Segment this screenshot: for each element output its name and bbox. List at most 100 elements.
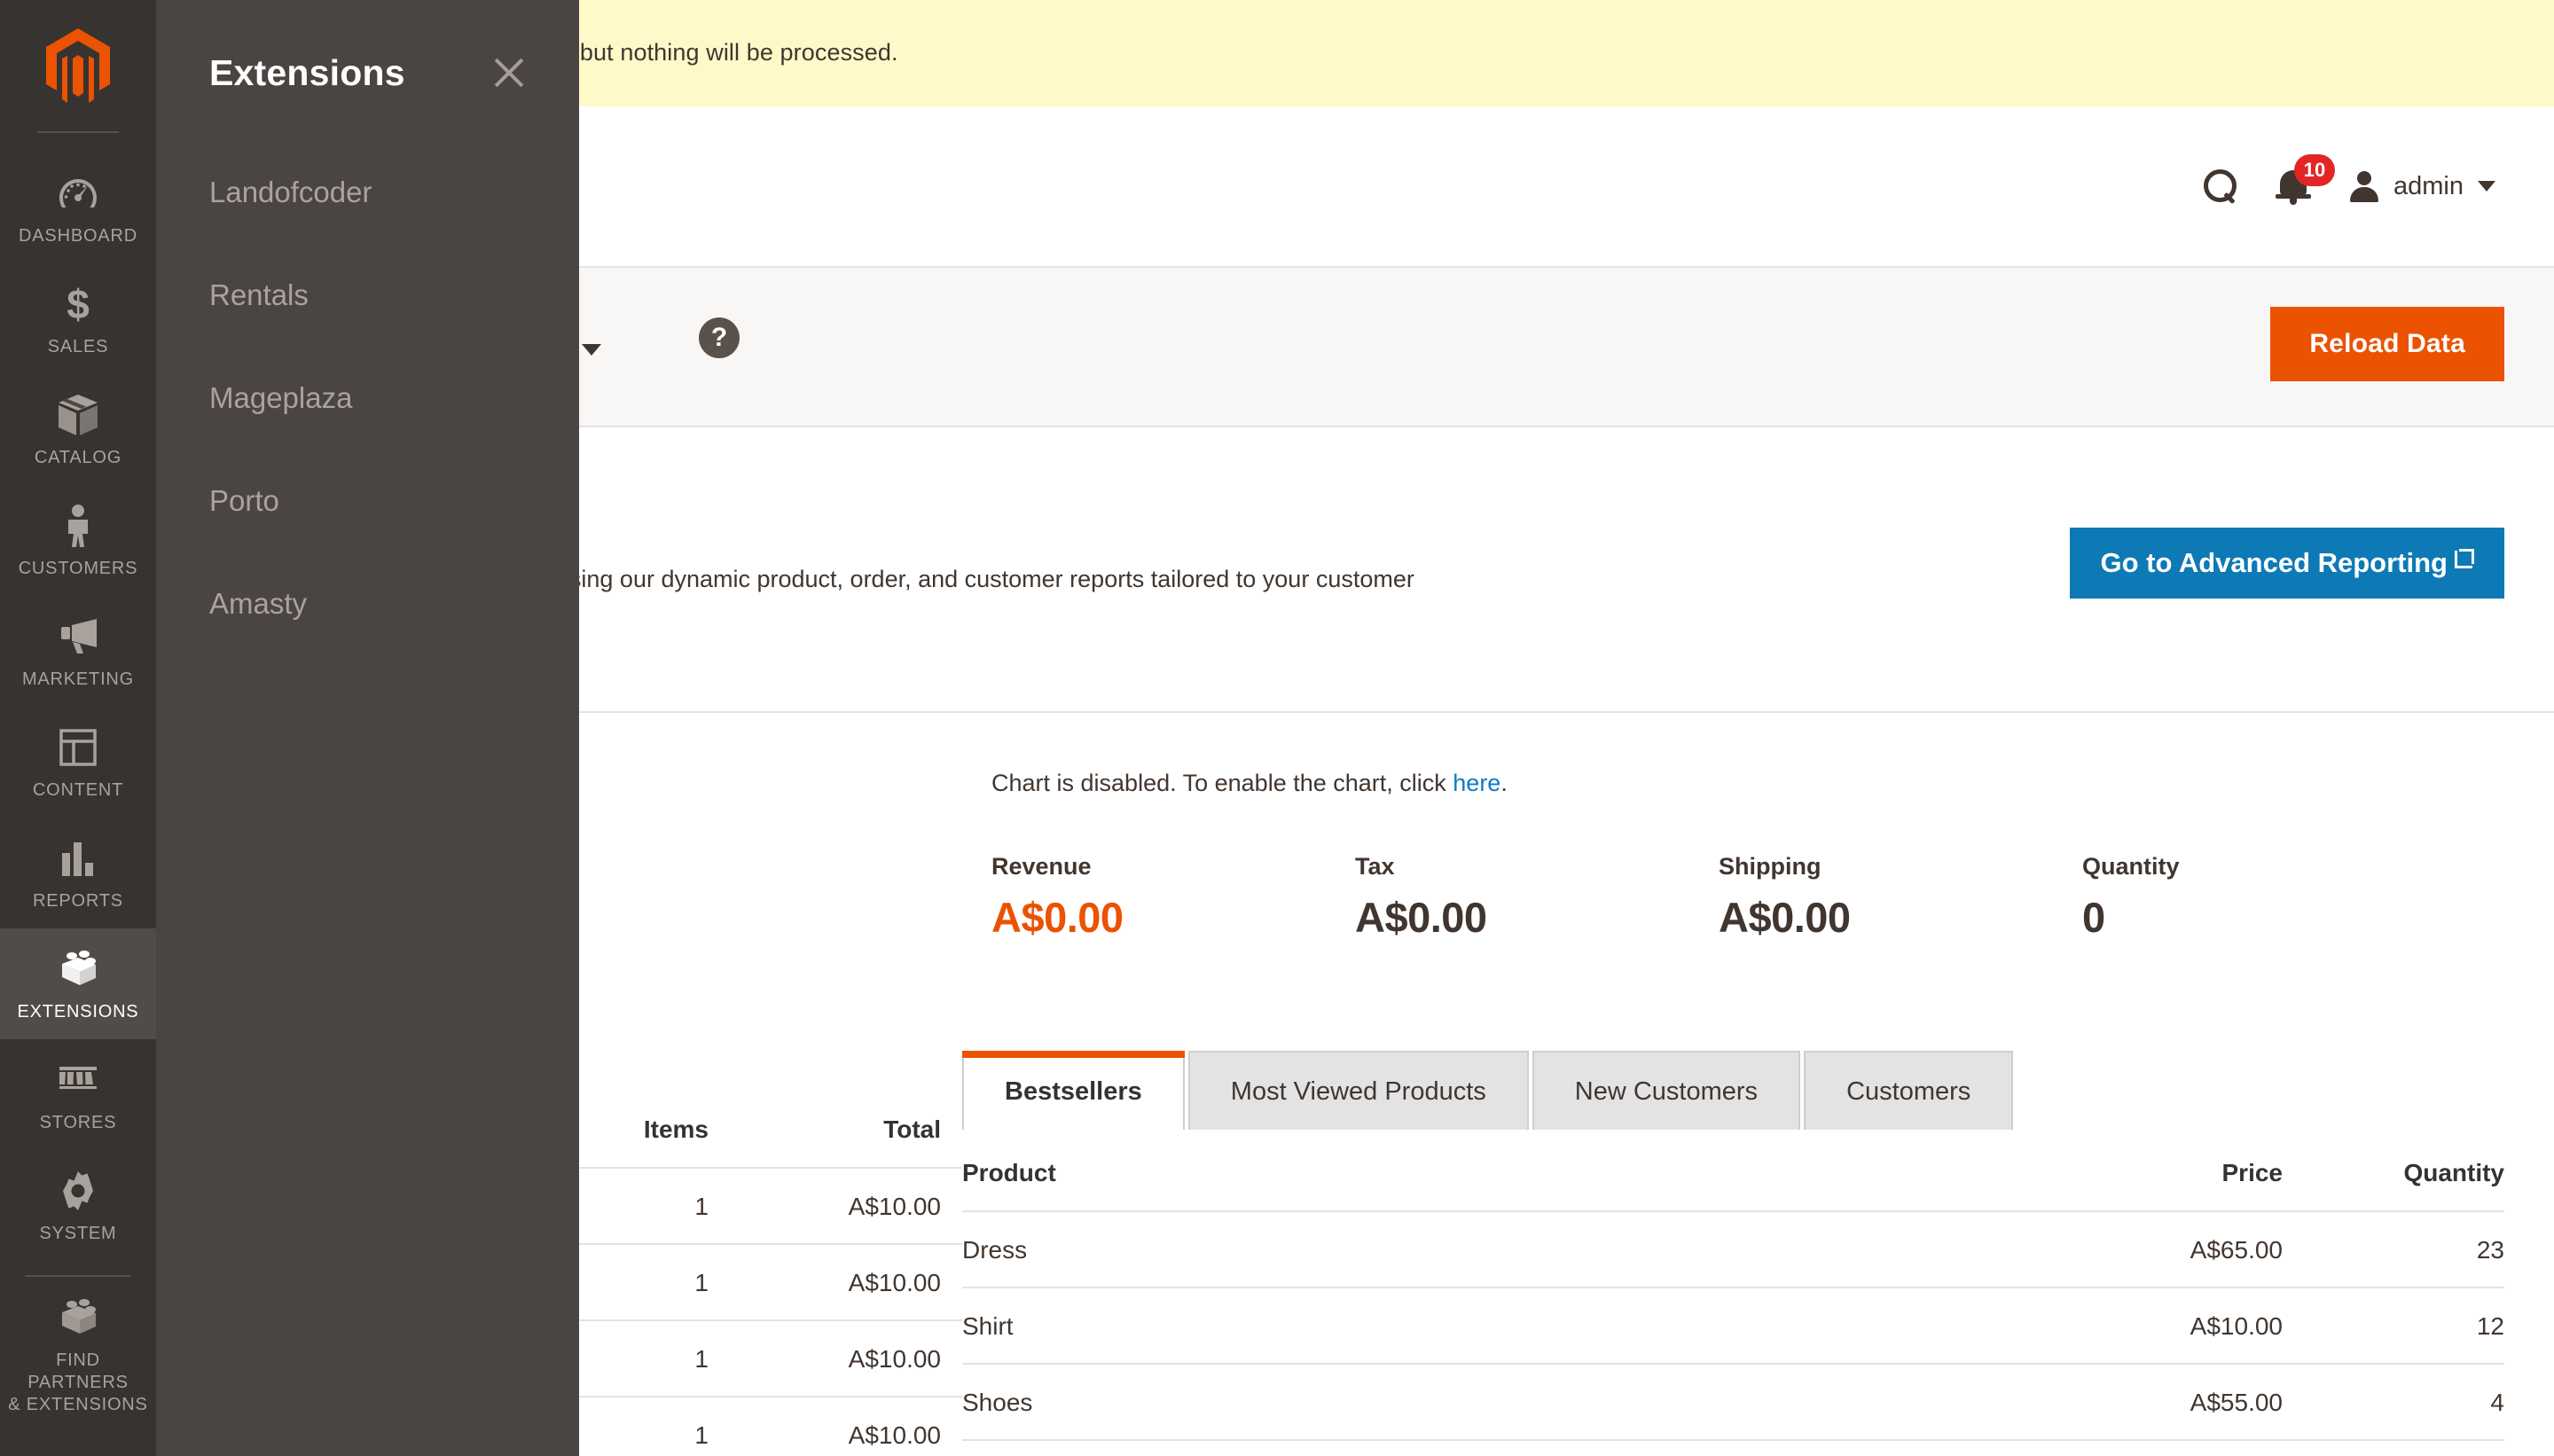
flyout-item-rentals[interactable]: Rentals xyxy=(156,255,579,335)
magento-logo[interactable] xyxy=(0,0,156,131)
total-quantity: Quantity 0 xyxy=(2082,853,2446,942)
flyout-item-porto[interactable]: Porto xyxy=(156,461,579,541)
table-row: 1 A$10.00 xyxy=(579,1320,962,1397)
sidebar-divider xyxy=(37,131,119,133)
go-to-advanced-reporting-label: Go to Advanced Reporting xyxy=(2100,547,2448,579)
table-row: Shoes A$55.00 4 xyxy=(962,1364,2504,1440)
sidebar-item-label: CUSTOMERS xyxy=(5,558,151,580)
store-scope-chevron-down-icon[interactable] xyxy=(582,344,601,356)
tab-most-viewed-products[interactable]: Most Viewed Products xyxy=(1188,1051,1529,1130)
external-link-icon xyxy=(2455,549,2474,568)
total-revenue-value: A$0.00 xyxy=(991,893,1355,942)
column-header-items: Items xyxy=(579,1091,739,1168)
total-quantity-value: 0 xyxy=(2082,893,2446,942)
sidebar-item-content[interactable]: CONTENT xyxy=(0,707,156,818)
sidebar-item-label: DASHBOARD xyxy=(5,225,151,247)
user-avatar-icon xyxy=(2349,171,2379,201)
brick-icon xyxy=(5,946,151,992)
cell-quantity: 23 xyxy=(2309,1211,2504,1288)
sidebar-item-label: CONTENT xyxy=(5,779,151,802)
cell-quantity: 12 xyxy=(2309,1288,2504,1364)
sidebar-item-marketing[interactable]: MARKETING xyxy=(0,596,156,707)
sidebar-item-find-partners-extensions[interactable]: FIND PARTNERS & EXTENSIONS xyxy=(0,1277,156,1432)
total-quantity-label: Quantity xyxy=(2082,853,2446,881)
sidebar-item-label: REPORTS xyxy=(5,890,151,912)
sidebar-item-extensions[interactable]: EXTENSIONS xyxy=(0,928,156,1039)
cell-product: Dress xyxy=(962,1211,2025,1288)
sidebar-item-label: FIND PARTNERS & EXTENSIONS xyxy=(5,1350,151,1416)
column-header-quantity: Quantity xyxy=(2309,1134,2504,1211)
last-orders-table: Items Total 1 A$10.00 1 A$10.00 1 A$10.0… xyxy=(579,1091,962,1456)
enable-chart-link[interactable]: here xyxy=(1453,770,1500,796)
sidebar-item-label: SYSTEM xyxy=(5,1223,151,1245)
gear-icon xyxy=(5,1168,151,1214)
bar-chart-icon xyxy=(5,835,151,881)
tab-bestsellers[interactable]: Bestsellers xyxy=(962,1051,1185,1130)
dashboard-tabs: Bestsellers Most Viewed Products New Cus… xyxy=(962,1051,2017,1130)
extensions-flyout-panel: Extensions Landofcoder Rentals Mageplaza… xyxy=(156,0,579,1456)
cell-price: A$10.00 xyxy=(2025,1288,2309,1364)
table-row: 1 A$10.00 xyxy=(579,1244,962,1320)
cell-product: Shoes xyxy=(962,1364,2025,1440)
flyout-item-mageplaza[interactable]: Mageplaza xyxy=(156,358,579,438)
table-row: 1 A$10.00 xyxy=(579,1168,962,1244)
magento-logo-icon xyxy=(46,28,110,103)
totals-row: Revenue A$0.00 Tax A$0.00 Shipping A$0.0… xyxy=(991,853,2504,942)
close-icon[interactable] xyxy=(490,54,528,91)
cell-total: A$10.00 xyxy=(739,1244,962,1320)
flyout-item-amasty[interactable]: Amasty xyxy=(156,564,579,644)
sidebar-item-stores[interactable]: STORES xyxy=(0,1039,156,1150)
total-tax-label: Tax xyxy=(1355,853,1719,881)
chart-disabled-suffix: . xyxy=(1500,770,1508,796)
extensions-flyout-list: Landofcoder Rentals Mageplaza Porto Amas… xyxy=(156,153,579,644)
table-row: Shirt A$10.00 12 xyxy=(962,1288,2504,1364)
question-mark-icon[interactable]: ? xyxy=(699,317,740,358)
chart-disabled-prefix: Chart is disabled. To enable the chart, … xyxy=(991,770,1453,796)
bestsellers-table: Product Price Quantity Dress A$65.00 23 … xyxy=(962,1134,2504,1441)
table-header-row: Items Total xyxy=(579,1091,962,1168)
cell-total: A$10.00 xyxy=(739,1168,962,1244)
column-header-price: Price xyxy=(2025,1134,2309,1211)
total-revenue-label: Revenue xyxy=(991,853,1355,881)
column-header-product: Product xyxy=(962,1134,2025,1211)
total-shipping: Shipping A$0.00 xyxy=(1719,853,2082,942)
cell-quantity: 4 xyxy=(2309,1364,2504,1440)
extensions-flyout-title: Extensions xyxy=(209,52,405,94)
sidebar-item-reports[interactable]: REPORTS xyxy=(0,818,156,928)
sidebar-item-label: STORES xyxy=(5,1112,151,1134)
chevron-down-icon xyxy=(2478,181,2495,192)
user-name-label: admin xyxy=(2393,172,2464,201)
reload-data-button[interactable]: Reload Data xyxy=(2270,307,2504,381)
search-icon xyxy=(2204,169,2237,203)
cell-total: A$10.00 xyxy=(739,1397,962,1456)
total-tax: Tax A$0.00 xyxy=(1355,853,1719,942)
notifications-button[interactable]: 10 xyxy=(2257,155,2331,217)
total-revenue: Revenue A$0.00 xyxy=(991,853,1355,942)
gauge-icon xyxy=(5,170,151,216)
go-to-advanced-reporting-button[interactable]: Go to Advanced Reporting xyxy=(2070,528,2504,599)
cell-price: A$55.00 xyxy=(2025,1364,2309,1440)
primary-sidebar: DASHBOARD $ SALES xyxy=(0,0,156,1456)
sidebar-item-sales[interactable]: $ SALES xyxy=(0,263,156,374)
tab-customers[interactable]: Customers xyxy=(1804,1051,2013,1130)
column-header-total: Total xyxy=(739,1091,962,1168)
person-icon xyxy=(5,503,151,549)
sidebar-item-label: EXTENSIONS xyxy=(5,1001,151,1023)
sidebar-item-system[interactable]: SYSTEM xyxy=(0,1150,156,1261)
sidebar-item-customers[interactable]: CUSTOMERS xyxy=(0,485,156,596)
svg-text:$: $ xyxy=(67,283,90,325)
search-button[interactable] xyxy=(2184,155,2257,217)
table-header-row: Product Price Quantity xyxy=(962,1134,2504,1211)
sidebar-item-catalog[interactable]: CATALOG xyxy=(0,374,156,485)
flyout-item-landofcoder[interactable]: Landofcoder xyxy=(156,153,579,232)
box-icon xyxy=(5,392,151,438)
sidebar-nav: DASHBOARD $ SALES xyxy=(0,153,156,1432)
cell-items: 1 xyxy=(579,1168,739,1244)
extensions-flyout-header: Extensions xyxy=(156,0,579,106)
tab-new-customers[interactable]: New Customers xyxy=(1532,1051,1800,1130)
notifications-bell-wrapper: 10 xyxy=(2276,167,2312,206)
cell-items: 1 xyxy=(579,1244,739,1320)
sidebar-item-dashboard[interactable]: DASHBOARD xyxy=(0,153,156,263)
table-row: 1 A$10.00 xyxy=(579,1397,962,1456)
user-menu-button[interactable]: admin xyxy=(2331,171,2504,201)
